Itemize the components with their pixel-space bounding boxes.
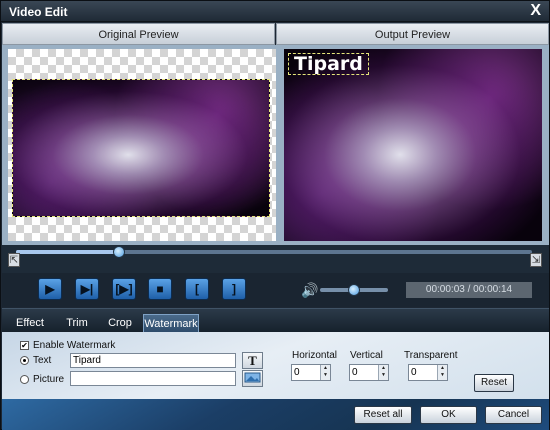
tab-trim[interactable]: Trim (57, 314, 97, 333)
playback-controls: ▶ ▶| [▶] ■ [ ] 🔊 00:00:03 / 00:00:14 (2, 273, 549, 307)
original-preview-pane (8, 49, 276, 241)
text-radio-label: Text (33, 355, 52, 366)
volume-slider[interactable] (320, 284, 388, 296)
cancel-button[interactable]: Cancel (485, 406, 542, 424)
ok-button[interactable]: OK (420, 406, 477, 424)
next-frame-icon[interactable]: ▶| (75, 278, 99, 300)
seek-bar[interactable] (16, 246, 532, 258)
watermark-panel: ✔ Enable Watermark Text Tipard T Picture… (2, 332, 549, 399)
picture-browse-icon[interactable] (242, 370, 263, 387)
seek-handle[interactable] (113, 246, 126, 258)
enable-watermark-label: Enable Watermark (33, 340, 116, 351)
start-marker-icon[interactable]: ⇱ (8, 253, 20, 267)
vertical-label: Vertical (350, 350, 383, 361)
video-edit-window: Video Edit X Original Preview Output Pre… (0, 0, 550, 430)
time-display: 00:00:03 / 00:00:14 (406, 282, 532, 298)
volume-icon[interactable]: 🔊 (301, 282, 318, 299)
title-bar: Video Edit X (1, 1, 549, 22)
original-preview-header: Original Preview (2, 23, 275, 45)
transparent-spin-arrows[interactable]: ▲ ▼ (437, 365, 447, 380)
seek-area: ⇱ ⇲ (2, 245, 549, 273)
vertical-value: 0 (352, 367, 358, 378)
end-marker-icon[interactable]: ⇲ (530, 253, 542, 267)
vertical-spinner[interactable]: 0 ▲ ▼ (349, 364, 389, 381)
horizontal-value: 0 (294, 367, 300, 378)
preview-icon[interactable]: [▶] (112, 278, 136, 300)
enable-watermark-checkbox[interactable]: ✔ (20, 341, 29, 350)
output-video-frame (284, 49, 542, 241)
mark-out-icon[interactable]: ] (222, 278, 246, 300)
footer-bar: Reset all OK Cancel (2, 399, 549, 430)
volume-handle[interactable] (348, 284, 360, 296)
transparent-value: 0 (411, 367, 417, 378)
watermark-text-input[interactable]: Tipard (70, 353, 236, 368)
watermark-overlay[interactable]: Tipard (288, 53, 369, 75)
close-icon[interactable]: X (530, 2, 541, 20)
output-preview-header: Output Preview (276, 23, 549, 45)
transparent-spinner[interactable]: 0 ▲ ▼ (408, 364, 448, 381)
horizontal-spin-arrows[interactable]: ▲ ▼ (320, 365, 330, 380)
horizontal-label: Horizontal (292, 350, 338, 361)
preview-area: Tipard (2, 45, 549, 245)
reset-button[interactable]: Reset (474, 374, 514, 392)
picture-radio-label: Picture (33, 374, 65, 385)
watermark-picture-input[interactable] (70, 371, 236, 386)
stop-icon[interactable]: ■ (148, 278, 172, 300)
play-icon[interactable]: ▶ (38, 278, 62, 300)
mark-in-icon[interactable]: [ (185, 278, 209, 300)
reset-all-button[interactable]: Reset all (354, 406, 412, 424)
seek-progress (16, 250, 120, 254)
window-title: Video Edit (9, 5, 68, 19)
picture-radio[interactable] (20, 375, 29, 384)
original-video-frame[interactable] (12, 79, 270, 217)
tab-watermark[interactable]: Watermark (143, 314, 199, 333)
tab-effect[interactable]: Effect (10, 314, 50, 333)
horizontal-spinner[interactable]: 0 ▲ ▼ (291, 364, 331, 381)
tab-crop[interactable]: Crop (100, 314, 140, 333)
transparent-label: Transparent (404, 350, 458, 361)
edit-tabs: Effect Trim Crop Watermark (2, 308, 549, 333)
picture-browse-glyph (244, 372, 261, 383)
text-radio[interactable] (20, 356, 29, 365)
vertical-spin-arrows[interactable]: ▲ ▼ (378, 365, 388, 380)
font-icon[interactable]: T (242, 352, 263, 369)
output-preview-pane: Tipard (284, 49, 542, 241)
